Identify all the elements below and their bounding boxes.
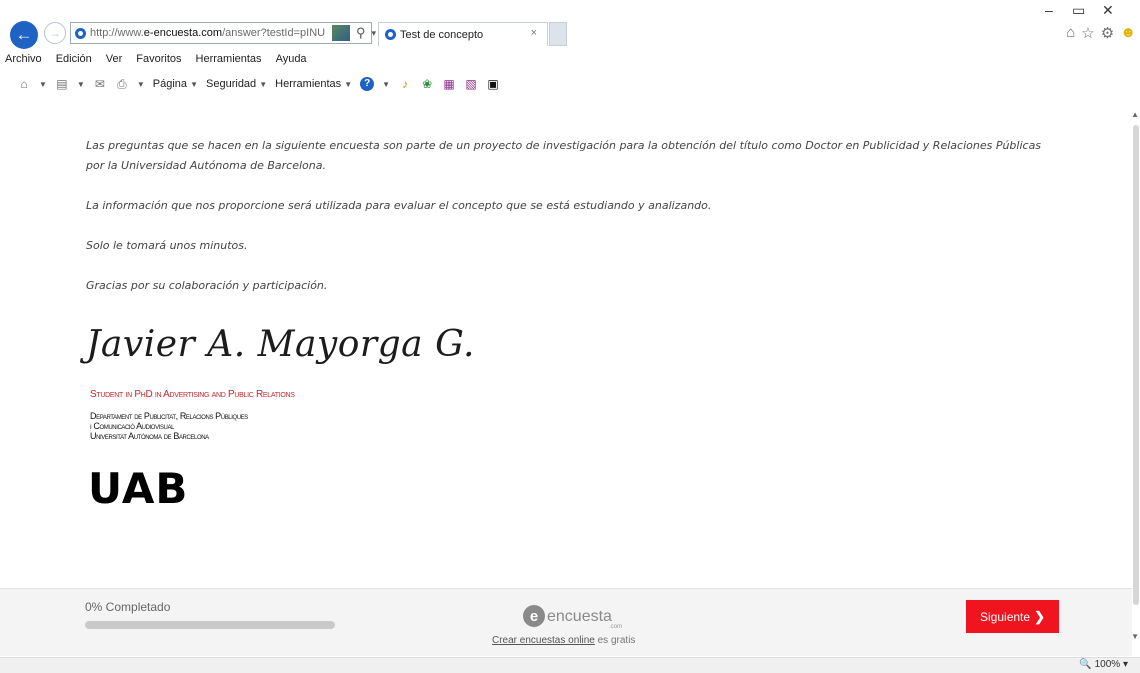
forward-button[interactable]: → [44,22,66,44]
page-menu[interactable]: Página ▼ [153,78,198,90]
feedback-smiley-icon[interactable]: ☻ [1120,24,1136,42]
browser-right-icons: ⌂ ☆ ⚙ ☻ [1066,24,1136,42]
survey-footer: 0% Completado e encuesta .com Crear encu… [0,588,1132,656]
settings-gear-icon[interactable]: ⚙ [1101,24,1114,42]
department-block: Departament de Publicitat, Relacions Púb… [90,411,248,441]
progress-label: 0% Completado [85,600,171,614]
command-bar: ⌂ ▼ ▤ ▼ ✉ ⎙ ▼ Página ▼ Seguridad ▼ Herramie… [0,73,1140,95]
translate-icon[interactable]: ▦ [442,77,456,91]
scroll-down-icon[interactable]: ▼ [1131,632,1139,641]
url-domain: e-encuesta.com [143,27,223,39]
survey-intro-page: Las preguntas que se hacen en la siguien… [0,100,1132,588]
home-icon[interactable]: ⌂ [17,77,31,91]
brand-tagline: Crear encuestas online es gratis [492,635,635,646]
back-arrow-icon: ← [15,25,33,44]
scrollbar-thumb[interactable] [1133,125,1139,605]
brand-e-icon: e [523,605,545,627]
chevron-down-icon: ▼ [190,80,199,89]
intro-paragraph-duration: Solo le tomará unos minutos. [86,239,248,252]
tab-title: Test de concepto [400,28,484,41]
menu-item-ayuda[interactable]: Ayuda [276,53,307,65]
menu-item-edicion[interactable]: Edición [56,53,92,65]
mail-icon[interactable]: ✉ [93,77,107,91]
chevron-down-icon[interactable]: ▼ [39,80,47,89]
brand-name: encuesta [547,608,612,625]
new-tab-button[interactable] [549,22,567,46]
intro-paragraph-usage: La información que nos proporcione será … [86,199,712,212]
back-button[interactable]: ← [10,21,38,49]
screenshot-icon[interactable]: ▣ [486,77,500,91]
home-icon[interactable]: ⌂ [1066,24,1075,42]
intro-paragraph-thanks: Gracias por su colaboración y participac… [86,279,328,292]
tab-test-de-concepto[interactable]: Test de concepto × [378,22,548,46]
department-line: Departament de Publicitat, Relacions Púb… [90,411,248,421]
uab-logo: UAB [88,464,189,513]
tools-menu[interactable]: Herramientas ▼ [275,78,352,90]
chevron-down-icon: ▼ [259,80,268,89]
brand-suffix: .com [609,624,623,630]
addon-leaf-icon[interactable]: ❀ [420,77,434,91]
create-surveys-link[interactable]: Crear encuestas online [492,635,595,646]
search-icon[interactable]: ⚲ [356,25,366,41]
feeds-icon[interactable]: ▤ [55,77,69,91]
tagline-rest: es gratis [594,635,636,646]
department-line: i Comunicació Audiovisual [90,421,175,431]
intro-text: Las preguntas que se hacen en la siguien… [86,136,1046,316]
site-thumbnail-icon [332,25,350,41]
site-favicon-icon [75,27,86,39]
chevron-down-icon[interactable]: ▼ [137,80,145,89]
dropdown-icon[interactable]: ▾ [372,28,377,39]
address-bar[interactable]: http://www. e-encuesta.com/answer?testId=… [70,22,372,44]
menu-item-favoritos[interactable]: Favoritos [136,53,181,65]
close-window-button[interactable]: ✕ [1102,2,1114,19]
chevron-down-icon: ▾ [1122,659,1128,670]
next-button[interactable]: Siguiente ❯ [966,600,1059,633]
intro-paragraph-purpose: Las preguntas que se hacen en la siguien… [86,139,1042,172]
zoom-icon: 🔍 [1079,659,1092,670]
signature-role: Student in PhD in Advertising and Public… [90,389,295,400]
restore-button[interactable]: ▭ [1072,2,1085,19]
vertical-scrollbar[interactable]: ▲ ▼ [1131,100,1140,648]
music-note-icon[interactable]: ♪ [398,77,412,91]
url-prefix: http://www. [90,27,144,39]
scroll-up-icon[interactable]: ▲ [1131,110,1139,119]
chevron-down-icon[interactable]: ▼ [382,80,390,89]
progress-bar [85,621,335,629]
print-icon[interactable]: ⎙ [115,77,129,91]
status-bar: 🔍 100% ▾ [0,657,1140,673]
page-menu-label: Página [152,78,188,90]
menu-item-herramientas[interactable]: Herramientas [196,53,262,65]
next-button-label: Siguiente [980,609,1031,624]
minimize-button[interactable]: – [1045,2,1053,18]
signature-name: Javier A. Mayorga G. [86,324,476,365]
department-line: Universitat Autònoma de Barcelona [90,431,209,441]
menu-item-ver[interactable]: Ver [106,53,123,65]
forward-arrow-icon: → [49,26,61,40]
e-encuesta-logo[interactable]: e encuesta .com [523,605,622,630]
chevron-down-icon[interactable]: ▼ [77,80,85,89]
help-icon[interactable]: ? [360,77,375,91]
menu-item-archivo[interactable]: Archivo [5,53,42,65]
zoom-control[interactable]: 🔍 100% ▾ [1079,659,1128,670]
security-menu[interactable]: Seguridad ▼ [206,78,267,90]
zoom-level: 100% [1094,659,1121,670]
tools-menu-label: Herramientas [275,78,342,90]
browser-titlebar: ← → http://www. e-encuesta.com/answer?tes… [0,0,1140,49]
security-menu-label: Seguridad [206,78,257,90]
chevron-right-icon: ❯ [1034,608,1045,624]
tab-favicon-icon [385,29,396,40]
chevron-down-icon: ▼ [344,80,353,89]
url-path: /answer?testId=pINU [222,27,326,39]
favorites-star-icon[interactable]: ☆ [1081,24,1094,42]
tab-close-icon[interactable]: × [531,27,537,39]
translate-alt-icon[interactable]: ▧ [464,77,478,91]
menu-bar: Archivo Edición Ver Favoritos Herramient… [0,50,1140,68]
